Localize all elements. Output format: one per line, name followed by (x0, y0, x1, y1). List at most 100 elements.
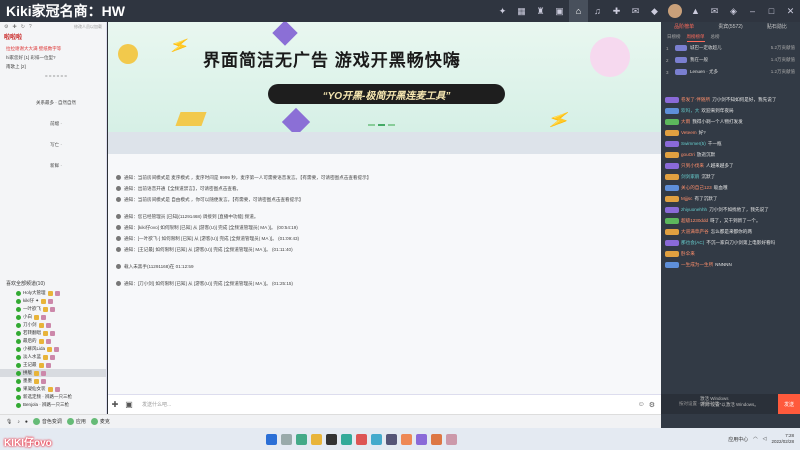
chat-nickname[interactable]: 卧伞来 (681, 251, 695, 257)
channel-tree-item[interactable]: 南歌上 [2] (0, 62, 106, 71)
chat-nickname[interactable]: 一生成为一生所 (681, 262, 713, 268)
chat-nickname[interactable]: 欢吗，大 (681, 108, 699, 114)
app-icon[interactable] (341, 433, 352, 445)
gamepad-icon[interactable]: ✚ (108, 400, 122, 409)
gift-icon[interactable]: ✉ (626, 0, 645, 22)
chat-nickname[interactable]: gouOri (681, 152, 695, 158)
chat-message[interactable]: Mjjjsc 有了沉默了 (661, 195, 800, 206)
ranking-row[interactable]: 2 我在一般 1.4万贡献值 (661, 54, 800, 66)
start-icon[interactable] (266, 433, 277, 445)
ranking-row[interactable]: 3 Lenuen · 尤多 1.2万贡献值 (661, 66, 800, 78)
app-icon[interactable] (446, 433, 457, 445)
chat-nickname[interactable]: 大雨 (681, 119, 690, 125)
channel-tree-item[interactable]: = = = = = = (0, 71, 106, 80)
settings-icon[interactable]: ⚙ (4, 24, 8, 30)
maximize-icon[interactable]: □ (762, 0, 781, 22)
member-item[interactable]: Holy大管理 (0, 289, 106, 297)
app-icon[interactable] (371, 433, 382, 445)
chat-nickname[interactable]: 关心的自己123 (681, 185, 712, 191)
member-item[interactable]: kiki仔 ✦ (0, 297, 106, 305)
steam-icon[interactable] (386, 433, 397, 445)
app-icon[interactable] (431, 433, 442, 445)
mail-icon[interactable]: ✉ (705, 0, 724, 22)
message-input[interactable]: 发送什么吧... (136, 401, 638, 408)
carousel-dot[interactable] (388, 124, 395, 126)
tab-ranking[interactable]: 品阶榜单 (661, 22, 707, 32)
member-item[interactable]: 小白 (0, 313, 106, 321)
record-icon[interactable]: ● (25, 419, 28, 425)
member-item[interactable]: 王记最 (0, 361, 106, 369)
gamepad-icon[interactable]: ✚ (607, 0, 626, 22)
image-icon[interactable]: ▣ (122, 400, 136, 409)
subtab-week[interactable]: 周榜榜单 (686, 32, 705, 42)
app-icon[interactable] (356, 433, 367, 445)
chat-message[interactable]: 关心的自己123 吸血哦 (661, 184, 800, 195)
member-item[interactable]: 最后的 (0, 337, 106, 345)
chat-nickname[interactable]: 只到小伐来 (681, 163, 704, 169)
channel-title[interactable]: 啦啦啦 (0, 32, 106, 44)
chat-message[interactable]: 大雨 我得小剃一个人物打发发 (661, 118, 800, 129)
app-icon[interactable] (401, 433, 412, 445)
carousel-dot[interactable] (368, 124, 375, 126)
chat-nickname[interactable]: Swimmer(5) (681, 141, 706, 147)
home-icon[interactable]: ⌂ (569, 0, 588, 22)
member-item[interactable]: 淡人水蓝 (0, 353, 106, 361)
volume-icon[interactable]: ◁ (763, 436, 767, 442)
ranking-row[interactable]: 1 城巴一定收超儿 5.2万贡献值 (661, 42, 800, 54)
member-item[interactable]: 一叶欲飞 (0, 305, 106, 313)
chat-message[interactable]: 卧伞来 (661, 250, 800, 261)
app-icon[interactable] (416, 433, 427, 445)
mic-icon[interactable]: ♫ (588, 0, 607, 22)
mic-queue-button[interactable]: 麦克 (90, 418, 110, 425)
member-item[interactable]: 拼版 (0, 369, 106, 377)
channel-tree-item[interactable]: 拉拉谢谢大大满 壁纸数字等 (0, 44, 106, 53)
search-icon[interactable] (281, 433, 292, 445)
folder-icon[interactable] (311, 433, 322, 445)
app-icon[interactable] (326, 433, 337, 445)
settings-icon[interactable]: ⚙ (649, 401, 655, 409)
channel-tree-item[interactable]: 关系最多 · 自然自然 (0, 98, 106, 107)
tab-gems[interactable]: 贴石勋比 (754, 22, 800, 32)
promo-banner[interactable]: ⚡ ⚡ 界面简洁无广告 游戏开黑畅快嗨 “YO开黑-极简开黑连麦工具” (108, 22, 661, 132)
channel-tree-item[interactable]: hi家您好 [1] 彩排一位型? (0, 53, 106, 62)
game-icon[interactable]: ◆ (645, 0, 664, 22)
member-item[interactable]: 小裤风Lida (0, 345, 106, 353)
tshirt-icon[interactable]: ♜ (531, 0, 550, 22)
refresh-icon[interactable]: ↻ (21, 24, 25, 30)
chat-message[interactable]: zhiyuonehhh 刀小剑不如找他了，我先说了 (661, 206, 800, 217)
channel-tree-item[interactable]: 写亡 · (0, 140, 106, 149)
channel-tree-item[interactable]: 新鲜 · (0, 161, 106, 170)
mic-icon[interactable]: 🎙 (6, 419, 12, 425)
member-item[interactable]: 墨墨 (0, 377, 106, 385)
shirt-icon[interactable]: ▲ (686, 0, 705, 22)
edge-icon[interactable] (296, 433, 307, 445)
sparkle-icon[interactable]: ✦ (493, 0, 512, 22)
clock[interactable]: 7:28 2022/02/28 (771, 433, 794, 445)
speaker-icon[interactable]: ♪ (17, 419, 20, 425)
help-icon[interactable]: ? (29, 24, 32, 30)
apps-button[interactable]: 应用 (66, 418, 86, 425)
emoji-icon[interactable]: ☺ (638, 401, 645, 409)
sub-channel-header[interactable]: 喜欢全部频道(10) (0, 280, 106, 289)
channel-tree-item[interactable]: 前缀 · (0, 119, 106, 128)
add-icon[interactable]: ✚ (12, 24, 16, 30)
subtab-total[interactable]: 总榜 (711, 32, 720, 42)
member-item[interactable]: 若转翻唱 (0, 329, 106, 337)
chat-nickname[interactable]: 剑剑家鹃 (681, 174, 699, 180)
chat-nickname[interactable]: 那也会(AC) (681, 240, 704, 246)
chat-message[interactable]: 欢吗，大 欢迎来到年夜局 (661, 107, 800, 118)
carousel-dot-active[interactable] (378, 124, 385, 126)
member-item[interactable]: 刀小剑 (0, 321, 106, 329)
chat-nickname[interactable]: Veteem (681, 130, 697, 136)
chat-message[interactable]: 只到小伐来 人越来越多了 (661, 162, 800, 173)
chat-message[interactable]: 超级1230ddd 呀了，又干到新了一个。 (661, 217, 800, 228)
member-item[interactable]: 果凝仙女装 (0, 385, 106, 393)
chat-message[interactable]: 一生成为一生所 NNNNN (661, 261, 800, 272)
shield-icon[interactable]: ◈ (724, 0, 743, 22)
chat-message[interactable]: gouOri 放逝沉默 (661, 151, 800, 162)
grid-icon[interactable]: ▦ (512, 0, 531, 22)
chat-message[interactable]: Swimmer(5) 千一瓶 (661, 140, 800, 151)
wifi-icon[interactable]: ◠ (753, 436, 757, 442)
tray-app-label[interactable]: 应用中心 (728, 436, 748, 443)
chat-nickname[interactable]: Mjjjsc (681, 196, 692, 202)
